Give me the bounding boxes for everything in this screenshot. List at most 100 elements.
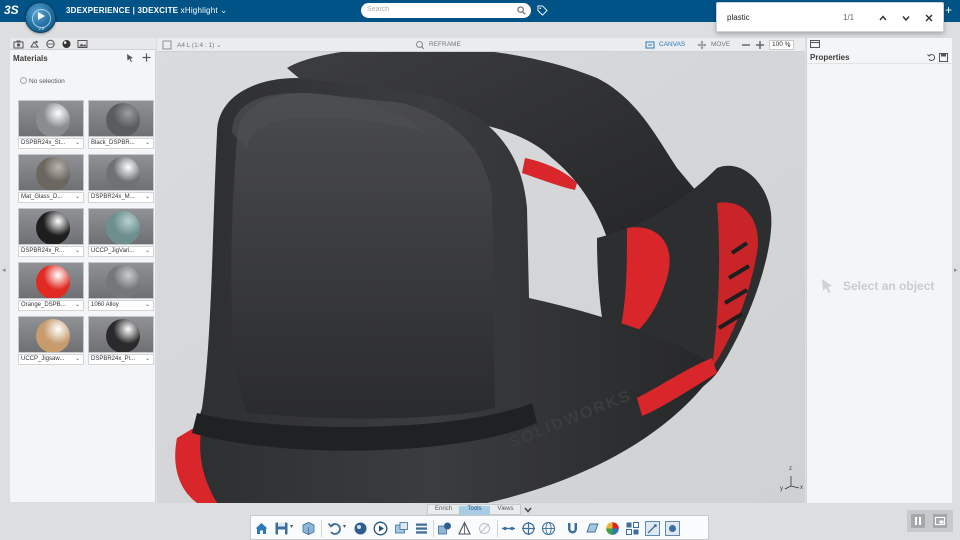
search-icon[interactable]	[517, 6, 526, 15]
chevron-down-icon[interactable]: ⌄	[145, 301, 150, 308]
app-title[interactable]: 3DEXPERIENCE | 3DEXCITE xHighlight ⌄	[66, 6, 227, 15]
material-editor-icon[interactable]	[437, 521, 452, 536]
chevron-down-icon[interactable]	[899, 11, 913, 25]
chevron-up-icon[interactable]	[876, 11, 890, 25]
material-swatch[interactable]	[88, 208, 154, 245]
chevron-down-icon[interactable]: ⌄	[75, 355, 80, 362]
move-button[interactable]: MOVE	[711, 41, 730, 48]
environment-icon[interactable]	[45, 39, 56, 49]
material-swatch[interactable]	[18, 208, 84, 245]
chevron-down-icon[interactable]: ⌄	[145, 355, 150, 362]
material-tile[interactable]: Mat_Glass_D... ⌄	[18, 154, 84, 204]
explode-icon[interactable]	[501, 521, 516, 536]
sheet-format[interactable]: A4 L (1:4 : 1) ⌄	[177, 41, 222, 49]
material-swatch[interactable]	[18, 154, 84, 191]
render-sphere-icon[interactable]	[353, 521, 368, 536]
reframe-button[interactable]: REFRAME	[429, 41, 461, 48]
compass-button[interactable]: V.R	[25, 2, 56, 33]
material-label[interactable]: DSPBR24x_M... ⌄	[88, 192, 154, 203]
material-tile[interactable]: Orange_DSPB... ⌄	[18, 262, 84, 312]
tag-icon[interactable]	[537, 5, 548, 16]
capture-icon[interactable]	[394, 521, 409, 536]
material-swatch[interactable]	[18, 316, 84, 353]
save-icon[interactable]	[274, 521, 289, 536]
tab-views[interactable]: Views	[490, 506, 521, 515]
share-icon[interactable]	[665, 521, 680, 536]
undo-icon[interactable]	[327, 521, 342, 536]
material-label[interactable]: Black_DSPBR... ⌄	[88, 138, 154, 149]
save-icon[interactable]	[939, 53, 948, 62]
material-tile[interactable]: DSPBR24x_St... ⌄	[18, 100, 84, 150]
search-input[interactable]: Search	[367, 6, 389, 13]
globe-icon[interactable]	[541, 521, 556, 536]
chevron-right-icon[interactable]: ▸	[954, 266, 958, 274]
material-tile[interactable]: 1060 Alloy ⌄	[88, 262, 154, 312]
pause-icon[interactable]	[911, 514, 925, 528]
undo-icon[interactable]	[927, 53, 936, 62]
material-swatch[interactable]	[88, 154, 154, 191]
material-label[interactable]: Mat_Glass_D... ⌄	[18, 192, 84, 203]
chevron-down-icon[interactable]: ▾	[343, 523, 346, 530]
zoom-in-icon[interactable]	[755, 40, 765, 50]
3d-viewport[interactable]: A4 L (1:4 : 1) ⌄ REFRAME CANVAS MOVE 100…	[157, 38, 805, 503]
model-render[interactable]: SOLIDWORKS	[157, 38, 805, 503]
tab-tools[interactable]: Tools	[459, 506, 490, 515]
material-label[interactable]: DSPBR24x_R... ⌄	[18, 246, 84, 257]
canvas-button[interactable]: CANVAS	[659, 41, 685, 48]
material-tile[interactable]: DSPBR24x_Pl... ⌄	[88, 316, 154, 366]
animation-tool-icon[interactable]	[645, 521, 660, 536]
material-swatch[interactable]	[88, 262, 154, 299]
chevron-down-icon[interactable]: ⌄	[145, 247, 150, 254]
play-icon[interactable]	[373, 521, 388, 536]
material-label[interactable]: UCCP_JigVari... ⌄	[88, 246, 154, 257]
find-query[interactable]: plastic	[727, 13, 750, 22]
add-icon[interactable]	[142, 53, 151, 62]
chevron-down-icon[interactable]: ⌄	[75, 247, 80, 254]
home-icon[interactable]	[254, 521, 269, 536]
pick-material-icon[interactable]	[126, 53, 136, 62]
chevron-down-icon[interactable]: ⌄	[75, 301, 80, 308]
material-swatch[interactable]	[88, 316, 154, 353]
scene-icon[interactable]	[29, 39, 40, 49]
lighting-icon[interactable]	[457, 521, 472, 536]
picture-in-picture-icon[interactable]	[933, 514, 947, 528]
decal-icon[interactable]	[477, 521, 492, 536]
material-tile[interactable]: DSPBR24x_R... ⌄	[18, 208, 84, 258]
material-tile[interactable]: UCCP_JigVari... ⌄	[88, 208, 154, 258]
grid-variants-icon[interactable]	[625, 521, 640, 536]
chevron-down-icon[interactable]: ⌄	[145, 193, 150, 200]
add-icon[interactable]: +	[945, 4, 952, 16]
material-label[interactable]: DSPBR24x_Pl... ⌄	[88, 354, 154, 365]
search-box[interactable]: Search	[361, 3, 531, 18]
material-swatch[interactable]	[88, 100, 154, 137]
list-icon[interactable]	[414, 521, 429, 536]
camera-icon[interactable]	[13, 39, 24, 49]
close-icon[interactable]	[922, 11, 936, 25]
zoom-out-icon[interactable]	[741, 40, 751, 50]
chevron-left-icon[interactable]: ◂	[2, 266, 6, 274]
compass-tool-icon[interactable]	[521, 521, 536, 536]
material-label[interactable]: Orange_DSPB... ⌄	[18, 300, 84, 311]
chevron-down-icon[interactable]: ⌄	[75, 193, 80, 200]
chevron-down-icon[interactable]	[523, 504, 533, 515]
zoom-field[interactable]: 100 % ⌄	[769, 40, 794, 50]
material-label[interactable]: DSPBR24x_St... ⌄	[18, 138, 84, 149]
materials-icon[interactable]	[61, 39, 72, 49]
panel-toggle-icon[interactable]	[810, 40, 820, 48]
magnet-icon[interactable]	[565, 521, 580, 536]
color-variant-icon[interactable]	[605, 521, 620, 536]
chevron-down-icon[interactable]: ▾	[290, 523, 293, 530]
chevron-down-icon[interactable]: ⌄	[145, 139, 150, 146]
material-label[interactable]: 1060 Alloy ⌄	[88, 300, 154, 311]
import-icon[interactable]	[301, 521, 316, 536]
material-tile[interactable]: DSPBR24x_M... ⌄	[88, 154, 154, 204]
tab-enrich[interactable]: Enrich	[428, 506, 459, 515]
material-tile[interactable]: Black_DSPBR... ⌄	[88, 100, 154, 150]
image-icon[interactable]	[77, 39, 88, 49]
material-swatch[interactable]	[18, 100, 84, 137]
material-tile[interactable]: UCCP_Jigsaw... ⌄	[18, 316, 84, 366]
material-label[interactable]: UCCP_Jigsaw... ⌄	[18, 354, 84, 365]
chevron-down-icon[interactable]: ⌄	[75, 139, 80, 146]
material-swatch[interactable]	[18, 262, 84, 299]
cut-plane-icon[interactable]	[585, 521, 600, 536]
